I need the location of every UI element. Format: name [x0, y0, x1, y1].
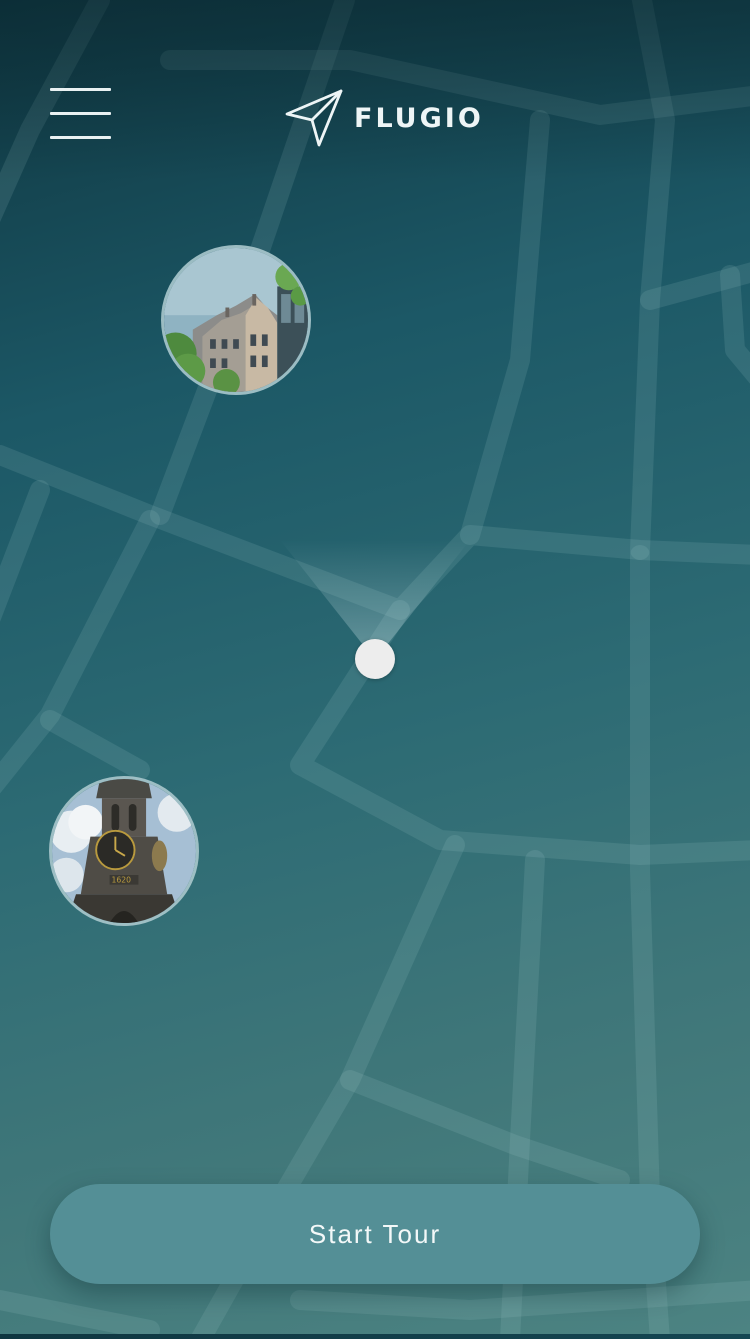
location-dot-icon	[355, 639, 395, 679]
hamburger-menu-icon[interactable]	[50, 88, 111, 142]
svg-text:1620: 1620	[112, 876, 132, 885]
brand-logo: FLUGIO	[284, 88, 484, 148]
clock-tower-photo[interactable]: 1620	[49, 776, 199, 926]
canal-house-photo[interactable]	[161, 245, 311, 395]
brand-name: FLUGIO	[354, 102, 484, 134]
clock-tower-image: 1620	[52, 779, 196, 923]
start-tour-button[interactable]: Start Tour	[50, 1184, 700, 1284]
paper-plane-icon	[285, 89, 343, 147]
menu-line	[50, 88, 111, 91]
menu-line	[50, 136, 111, 139]
canal-house-image	[164, 248, 308, 392]
menu-line	[50, 112, 111, 115]
